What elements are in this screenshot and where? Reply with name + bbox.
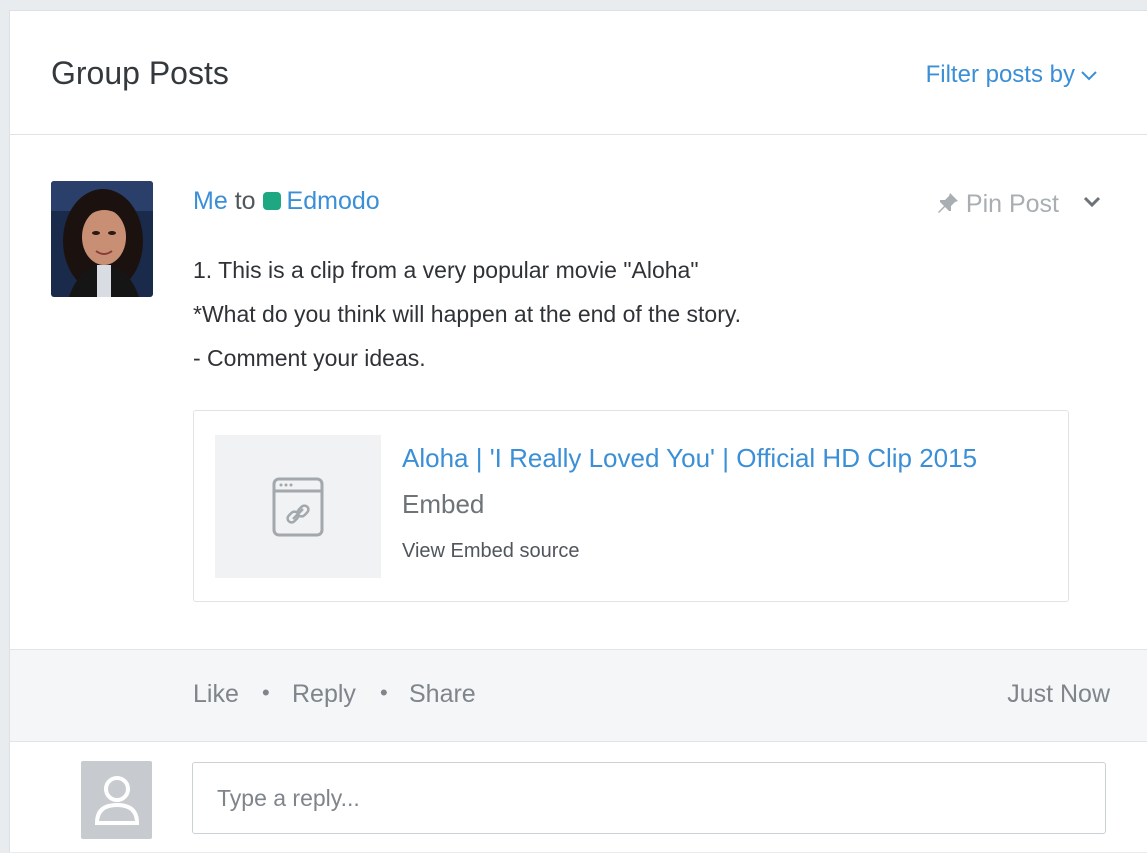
- group-posts-panel: Group Posts Filter posts by Me to Edmodo: [9, 10, 1147, 852]
- share-button[interactable]: Share: [409, 680, 476, 709]
- user-icon: [94, 776, 139, 825]
- author-link[interactable]: Me: [193, 187, 228, 215]
- post-line: *What do you think will happen at the en…: [193, 301, 742, 327]
- separator-dot: •: [380, 680, 388, 705]
- user-avatar: [81, 761, 152, 839]
- reply-button[interactable]: Reply: [292, 680, 356, 709]
- pin-post-button[interactable]: Pin Post: [936, 190, 1059, 219]
- post-body: 1. This is a clip from a very popular mo…: [193, 248, 741, 380]
- embed-thumbnail[interactable]: [215, 435, 381, 578]
- embed-card: Aloha | 'I Really Loved You' | Official …: [193, 410, 1069, 602]
- chevron-down-icon: [1081, 70, 1097, 81]
- post-options-dropdown[interactable]: [1083, 195, 1101, 213]
- post-card: Me to Edmodo Pin Post 1. This is a clip f…: [10, 135, 1147, 650]
- embed-link-icon: [272, 477, 324, 536]
- chevron-down-icon: [1083, 196, 1101, 208]
- embed-type-label: Embed: [402, 489, 485, 519]
- post-line: - Comment your ideas.: [193, 345, 426, 371]
- group-link[interactable]: Edmodo: [287, 187, 380, 215]
- author-avatar[interactable]: [51, 181, 153, 297]
- post-meta: Me to Edmodo: [193, 187, 380, 216]
- pin-icon: [937, 193, 958, 213]
- embed-title-link[interactable]: Aloha | 'I Really Loved You' | Official …: [402, 443, 977, 474]
- post-timestamp: Just Now: [1007, 680, 1110, 708]
- separator-dot: •: [262, 680, 270, 705]
- like-button[interactable]: Like: [193, 680, 239, 709]
- reply-row: [10, 742, 1147, 853]
- post-line: 1. This is a clip from a very popular mo…: [193, 257, 699, 283]
- reply-input[interactable]: [192, 762, 1106, 834]
- pin-post-label: Pin Post: [965, 190, 1059, 218]
- page-title: Group Posts: [51, 55, 229, 91]
- panel-header: Group Posts Filter posts by: [10, 11, 1147, 135]
- view-embed-source-link[interactable]: View Embed source: [402, 540, 580, 563]
- filter-label: Filter posts by: [925, 61, 1075, 88]
- filter-posts-dropdown[interactable]: Filter posts by: [926, 61, 1097, 89]
- to-label: to: [234, 187, 256, 215]
- post-actions-bar: Like • Reply • Share Just Now: [10, 649, 1147, 742]
- group-color-icon: [262, 192, 281, 210]
